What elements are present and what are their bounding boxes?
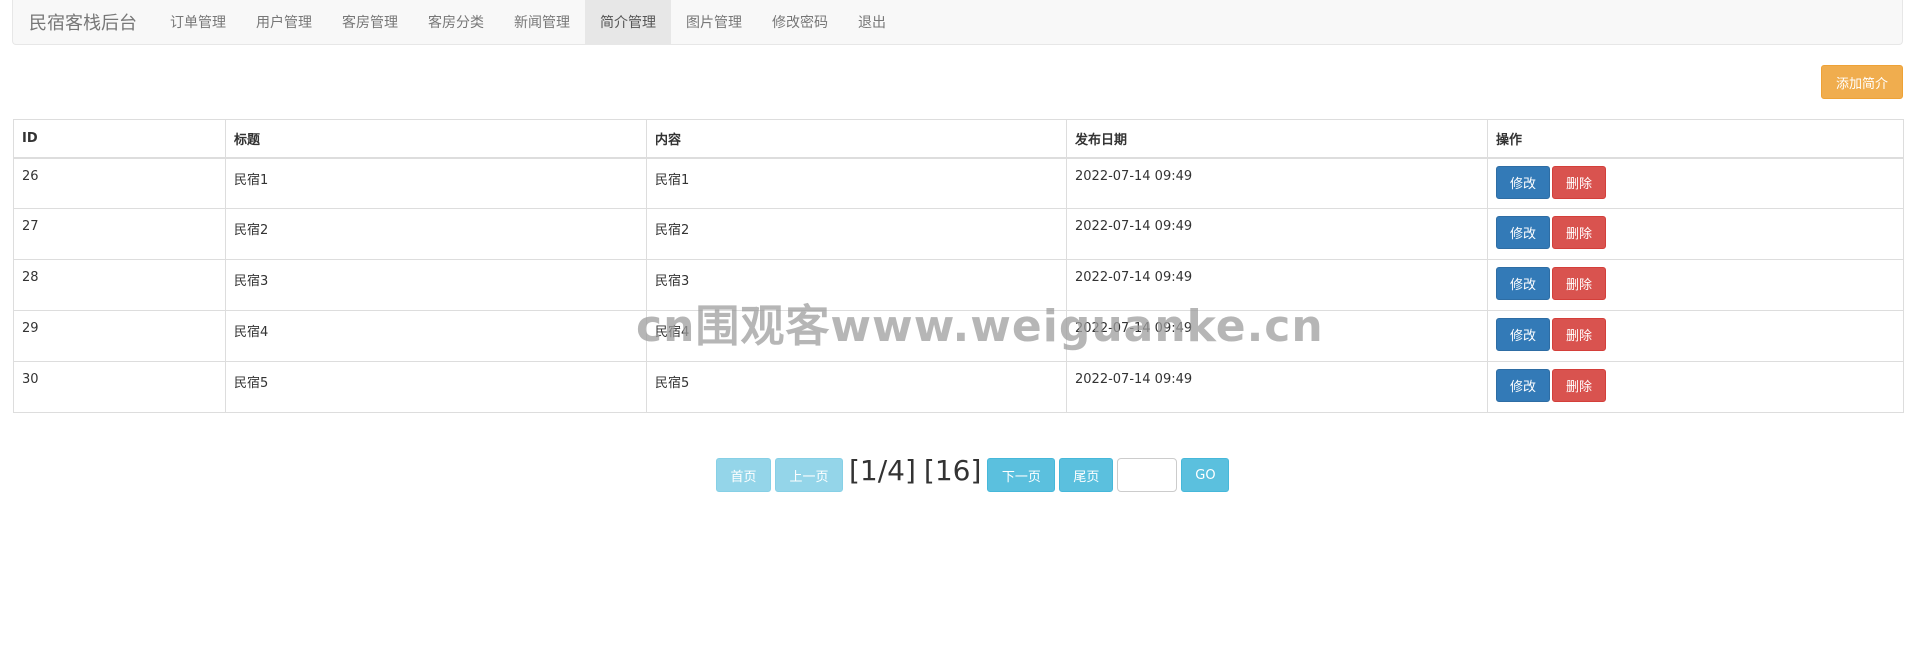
cell-id: 28 <box>13 259 226 311</box>
cell-id: 27 <box>13 208 226 260</box>
cell-actions: 修改 删除 <box>1487 361 1904 413</box>
next-page-button[interactable]: 下一页 <box>987 458 1056 492</box>
cell-title: 民宿2 <box>225 208 647 260</box>
nav-item-news[interactable]: 新闻管理 <box>499 0 585 44</box>
delete-button[interactable]: 删除 <box>1552 216 1606 249</box>
first-page-button[interactable]: 首页 <box>716 458 771 492</box>
column-header-id: ID <box>13 119 226 159</box>
cell-title: 民宿3 <box>225 259 647 311</box>
cell-actions: 修改 删除 <box>1487 157 1904 209</box>
nav-item-intro[interactable]: 简介管理 <box>585 0 671 44</box>
table-row: 27 民宿2 民宿2 2022-07-14 09:49 修改 删除 <box>13 208 1904 260</box>
page-jump-input[interactable] <box>1117 458 1178 492</box>
delete-button[interactable]: 删除 <box>1552 318 1606 351</box>
cell-actions: 修改 删除 <box>1487 310 1904 362</box>
intro-table: ID 标题 内容 发布日期 操作 26 民宿1 民宿1 2022-07-14 0… <box>13 119 1904 413</box>
cell-id: 26 <box>13 157 226 209</box>
edit-button[interactable]: 修改 <box>1496 165 1550 199</box>
nav-item-images[interactable]: 图片管理 <box>671 0 757 44</box>
delete-button[interactable]: 删除 <box>1552 165 1606 199</box>
nav-item-change-password[interactable]: 修改密码 <box>757 0 843 44</box>
edit-button[interactable]: 修改 <box>1496 216 1550 249</box>
cell-date: 2022-07-14 09:49 <box>1066 259 1488 311</box>
cell-title: 民宿1 <box>225 157 647 209</box>
cell-actions: 修改 删除 <box>1487 208 1904 260</box>
table-header-row: ID 标题 内容 发布日期 操作 <box>13 119 1904 159</box>
column-header-actions: 操作 <box>1487 119 1904 159</box>
total-count: [16] <box>923 454 982 487</box>
column-header-content: 内容 <box>646 119 1067 159</box>
nav-item-logout[interactable]: 退出 <box>843 0 901 44</box>
table-row: 29 民宿4 民宿4 2022-07-14 09:49 修改 删除 <box>13 310 1904 362</box>
page-indicator: [1/4] <box>849 454 916 487</box>
edit-button[interactable]: 修改 <box>1496 318 1550 351</box>
top-navbar: 民宿客栈后台 订单管理 用户管理 客房管理 客房分类 新闻管理 简介管理 图片管… <box>12 0 1903 45</box>
prev-page-button[interactable]: 上一页 <box>775 458 843 492</box>
main-nav: 订单管理 用户管理 客房管理 客房分类 新闻管理 简介管理 图片管理 修改密码 … <box>155 0 901 44</box>
cell-id: 29 <box>13 310 226 362</box>
cell-content: 民宿2 <box>646 208 1067 260</box>
cell-actions: 修改 删除 <box>1487 259 1904 311</box>
cell-content: 民宿1 <box>646 157 1067 209</box>
table-row: 28 民宿3 民宿3 2022-07-14 09:49 修改 删除 <box>13 259 1904 311</box>
column-header-date: 发布日期 <box>1066 119 1488 159</box>
nav-item-users[interactable]: 用户管理 <box>241 0 327 44</box>
cell-content: 民宿5 <box>646 361 1067 413</box>
cell-content: 民宿3 <box>646 259 1067 311</box>
nav-item-orders[interactable]: 订单管理 <box>155 0 241 44</box>
nav-item-room-categories[interactable]: 客房分类 <box>413 0 499 44</box>
cell-id: 30 <box>13 361 226 413</box>
nav-item-rooms[interactable]: 客房管理 <box>327 0 413 44</box>
cell-title: 民宿5 <box>225 361 647 413</box>
cell-date: 2022-07-14 09:49 <box>1066 157 1488 209</box>
cell-date: 2022-07-14 09:49 <box>1066 361 1488 413</box>
app-brand[interactable]: 民宿客栈后台 <box>13 0 155 44</box>
edit-button[interactable]: 修改 <box>1496 267 1550 300</box>
edit-button[interactable]: 修改 <box>1496 369 1550 402</box>
cell-title: 民宿4 <box>225 310 647 362</box>
cell-date: 2022-07-14 09:49 <box>1066 310 1488 362</box>
column-header-title: 标题 <box>225 119 647 159</box>
cell-content: 民宿4 <box>646 310 1067 362</box>
delete-button[interactable]: 删除 <box>1552 267 1606 300</box>
last-page-button[interactable]: 尾页 <box>1059 458 1114 492</box>
go-button[interactable]: GO <box>1181 458 1230 492</box>
pagination: 首页 上一页 [1/4] [16] 下一页 尾页 GO <box>716 454 1230 495</box>
cell-date: 2022-07-14 09:49 <box>1066 208 1488 260</box>
table-row: 30 民宿5 民宿5 2022-07-14 09:49 修改 删除 <box>13 361 1904 413</box>
add-intro-button[interactable]: 添加简介 <box>1821 65 1903 99</box>
table-row: 26 民宿1 民宿1 2022-07-14 09:49 修改 删除 <box>13 157 1904 209</box>
delete-button[interactable]: 删除 <box>1552 369 1606 402</box>
